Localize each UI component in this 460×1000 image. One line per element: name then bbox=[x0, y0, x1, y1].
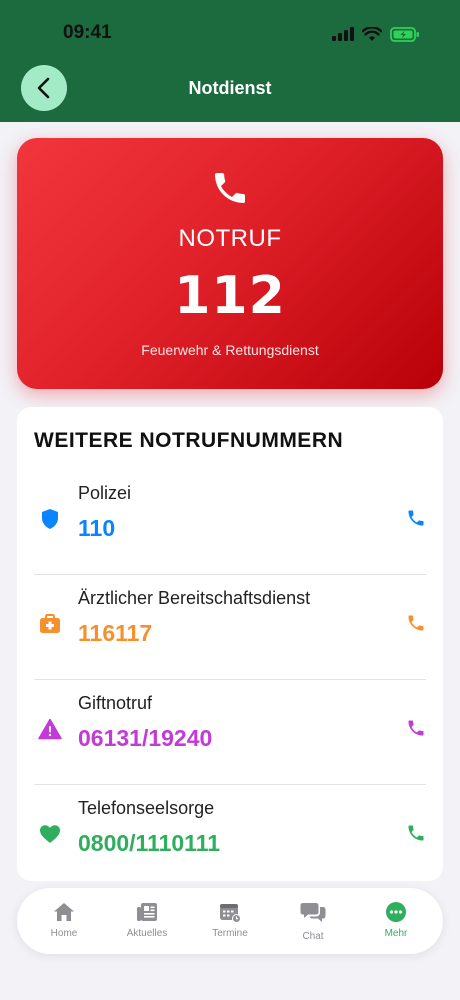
heart-icon bbox=[40, 825, 60, 843]
warning-icon bbox=[38, 718, 62, 740]
section-heading: WEITERE NOTRUFNUMMERN bbox=[34, 429, 344, 452]
wifi-icon bbox=[362, 26, 382, 41]
list-item-telefonseelsorge[interactable]: Telefonseelsorge 0800/1110111 bbox=[34, 785, 426, 890]
call-icon[interactable] bbox=[406, 823, 426, 843]
tab-label: Termine bbox=[212, 928, 248, 939]
emergency-subtitle: Feuerwehr & Rettungsdienst bbox=[141, 342, 319, 358]
item-number: 0800/1110111 bbox=[78, 830, 221, 856]
more-numbers-card: WEITERE NOTRUFNUMMERN Polizei 110 Ärztli… bbox=[17, 407, 443, 881]
call-icon[interactable] bbox=[406, 613, 426, 633]
list-item-giftnotruf[interactable]: Giftnotruf 06131/19240 bbox=[34, 680, 426, 785]
item-number: 06131/19240 bbox=[78, 725, 213, 751]
tab-label: Home bbox=[50, 928, 78, 939]
item-name: Telefonseelsorge bbox=[78, 798, 215, 818]
battery-icon bbox=[390, 26, 419, 42]
medical-kit-icon bbox=[40, 614, 60, 633]
list-item-polizei[interactable]: Polizei 110 bbox=[34, 470, 426, 575]
status-time: 09:41 bbox=[63, 22, 112, 43]
status-bar: 09:41 bbox=[0, 0, 460, 60]
home-icon bbox=[54, 903, 74, 921]
tab-label: Mehr bbox=[384, 928, 408, 939]
tab-termine[interactable]: Termine bbox=[190, 888, 270, 954]
shield-icon bbox=[42, 509, 58, 529]
page-title: Notdienst bbox=[188, 78, 272, 98]
emergency-number: 112 bbox=[174, 266, 286, 326]
tab-home[interactable]: Home bbox=[24, 888, 104, 954]
tab-bar: Home Aktuelles Termine Chat Mehr bbox=[17, 888, 443, 954]
phone-icon bbox=[215, 173, 245, 203]
signal-icon bbox=[332, 27, 354, 41]
tab-aktuelles[interactable]: Aktuelles bbox=[107, 888, 187, 954]
newspaper-icon bbox=[137, 903, 157, 921]
emergency-label: NOTRUF bbox=[178, 225, 282, 252]
item-name: Giftnotruf bbox=[78, 693, 153, 713]
item-number: 116117 bbox=[78, 620, 153, 646]
tab-mehr[interactable]: Mehr bbox=[356, 888, 436, 954]
item-name: Polizei bbox=[78, 483, 132, 503]
status-indicators bbox=[332, 24, 420, 44]
tab-chat[interactable]: Chat bbox=[273, 888, 353, 954]
item-name: Ärztlicher Bereitschaftsdienst bbox=[78, 588, 311, 608]
calendar-icon bbox=[220, 904, 241, 923]
item-number: 110 bbox=[78, 515, 116, 541]
more-icon bbox=[386, 902, 406, 922]
chat-icon bbox=[300, 903, 326, 922]
tab-label: Aktuelles bbox=[126, 928, 168, 939]
tab-label: Chat bbox=[302, 931, 324, 942]
list-item-aerztlicher-bereitschaftsdienst[interactable]: Ärztlicher Bereitschaftsdienst 116117 bbox=[34, 575, 426, 680]
call-icon[interactable] bbox=[406, 508, 426, 528]
call-icon[interactable] bbox=[406, 718, 426, 738]
header-bar: 09:41 Notdienst bbox=[0, 0, 460, 122]
emergency-call-card[interactable]: NOTRUF 112 Feuerwehr & Rettungsdienst bbox=[17, 138, 443, 389]
